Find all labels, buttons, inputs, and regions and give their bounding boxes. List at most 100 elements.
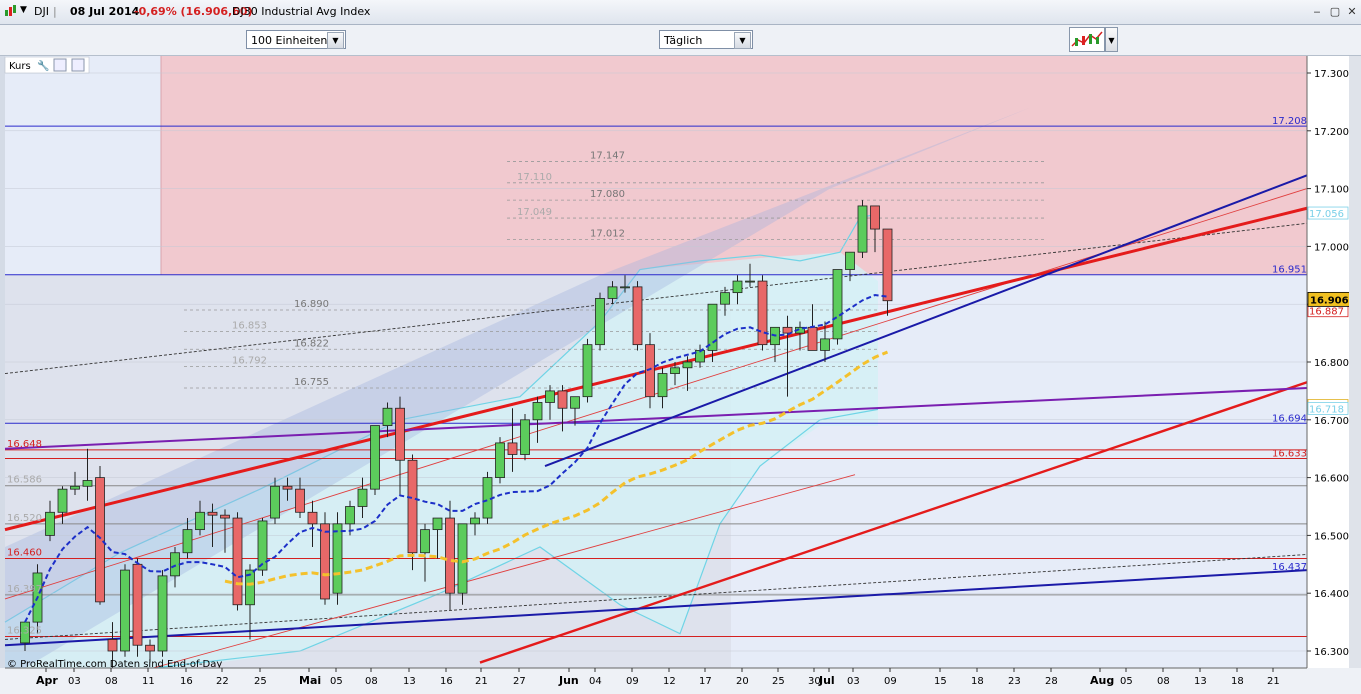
candle[interactable] [207, 511, 218, 516]
time-tick-label: 18 [971, 676, 984, 687]
date-label: 08 Jul 2014 [70, 5, 140, 18]
time-tick-label: Aug [1090, 674, 1114, 687]
price-tick-label: 16.800 [1314, 358, 1349, 369]
candle[interactable] [220, 514, 230, 519]
candle[interactable] [632, 286, 643, 346]
candle[interactable] [757, 280, 768, 346]
candle[interactable] [807, 326, 818, 351]
candle[interactable] [182, 529, 193, 554]
time-tick-label: 08 [365, 676, 378, 687]
time-tick-label: 04 [589, 676, 602, 687]
toolbar: 100 Einheiten ▼ Täglich ▼ [0, 25, 1361, 56]
left-level-label: 16.460 [7, 548, 42, 559]
chart-type-button[interactable] [1069, 27, 1105, 52]
minimize-button[interactable]: ‒ [1310, 5, 1324, 19]
vertical-scrollbar[interactable] [1349, 56, 1361, 694]
candle[interactable] [145, 644, 155, 652]
candle[interactable] [620, 286, 630, 289]
candle[interactable] [345, 506, 355, 525]
candle[interactable] [532, 402, 543, 421]
candle[interactable] [357, 488, 368, 507]
candle[interactable] [232, 517, 243, 606]
price-level-label: 17.056 [1309, 209, 1344, 220]
candle[interactable] [720, 292, 730, 305]
fib-level-label: 16.755 [294, 377, 329, 388]
candle[interactable] [507, 442, 518, 455]
fib-level-label: 17.012 [590, 228, 625, 239]
candle[interactable] [195, 511, 205, 531]
candle[interactable] [845, 251, 855, 270]
candle[interactable] [545, 390, 555, 403]
candle[interactable] [882, 228, 893, 302]
candle[interactable] [395, 407, 405, 461]
candle[interactable] [457, 523, 468, 594]
time-tick-label: 08 [105, 676, 118, 687]
time-tick-label: 11 [142, 676, 155, 687]
candle[interactable] [707, 303, 718, 351]
candle[interactable] [745, 280, 755, 283]
candle[interactable] [132, 563, 143, 646]
candle[interactable] [420, 529, 430, 554]
candle[interactable] [270, 485, 280, 519]
chart-type-chevron-icon[interactable]: ▼ [1105, 27, 1118, 52]
candle[interactable] [870, 205, 880, 230]
title-separator: | [53, 5, 57, 18]
candle[interactable] [670, 367, 680, 374]
symbol-dropdown-icon[interactable]: ▼ [20, 5, 27, 15]
period-dropdown[interactable]: Täglich ▼ [659, 30, 753, 49]
candle[interactable] [82, 480, 93, 487]
candle[interactable] [57, 488, 68, 513]
panel-zoom-icon[interactable] [53, 58, 67, 72]
chart-type-icon [1071, 31, 1103, 47]
panel-settings-icon[interactable] [71, 58, 85, 72]
maximize-button[interactable]: ▢ [1328, 5, 1342, 19]
candle[interactable] [370, 425, 380, 490]
price-level-label: 17.208 [1272, 116, 1307, 127]
window-titlebar: ▼ DJI | 08 Jul 2014 -0,69% (16.906,60) D… [0, 0, 1361, 25]
candle[interactable] [307, 511, 318, 525]
candle[interactable] [382, 407, 393, 426]
candle[interactable] [257, 520, 268, 571]
candle[interactable] [470, 517, 480, 525]
candle[interactable] [495, 442, 505, 479]
candle[interactable] [95, 477, 105, 603]
candle[interactable] [107, 639, 118, 652]
price-level-label: 16.718 [1309, 404, 1344, 415]
candle[interactable] [657, 373, 668, 398]
candle[interactable] [295, 488, 305, 513]
candle[interactable] [570, 396, 580, 409]
candle[interactable] [45, 511, 55, 536]
candle[interactable] [820, 338, 830, 351]
candle[interactable] [607, 286, 618, 299]
close-button[interactable]: ✕ [1345, 5, 1359, 19]
candle[interactable] [282, 485, 293, 490]
price-tick-label: 16.600 [1314, 474, 1349, 485]
time-tick-label: 16 [440, 676, 453, 687]
candle[interactable] [445, 517, 455, 594]
candle[interactable] [832, 269, 843, 340]
candle[interactable] [407, 459, 418, 554]
candle[interactable] [682, 361, 693, 369]
time-tick-label: Jul [818, 674, 835, 687]
candle[interactable] [157, 575, 168, 652]
candle[interactable] [595, 298, 605, 346]
candle[interactable] [557, 390, 568, 409]
candle[interactable] [332, 523, 343, 594]
candle[interactable] [520, 419, 530, 455]
candle[interactable] [120, 569, 130, 652]
time-tick-label: 27 [513, 676, 526, 687]
price-chart[interactable]: 17.147 17.110 17.080 17.049 17.012 16.890 16.8… [0, 56, 1361, 694]
units-dropdown[interactable]: 100 Einheiten ▼ [246, 30, 346, 49]
candle[interactable] [320, 523, 330, 600]
candle[interactable] [70, 485, 80, 490]
chevron-down-icon: ▼ [734, 32, 751, 49]
left-level-label: 16.325 [7, 626, 42, 637]
candle[interactable] [732, 280, 743, 294]
symbol-label: DJI [34, 5, 49, 18]
candle[interactable] [170, 552, 180, 577]
candle[interactable] [857, 205, 868, 253]
candle[interactable] [645, 344, 655, 398]
candle[interactable] [582, 344, 593, 398]
candle[interactable] [432, 517, 443, 531]
price-tick-label: 17.300 [1314, 69, 1349, 80]
